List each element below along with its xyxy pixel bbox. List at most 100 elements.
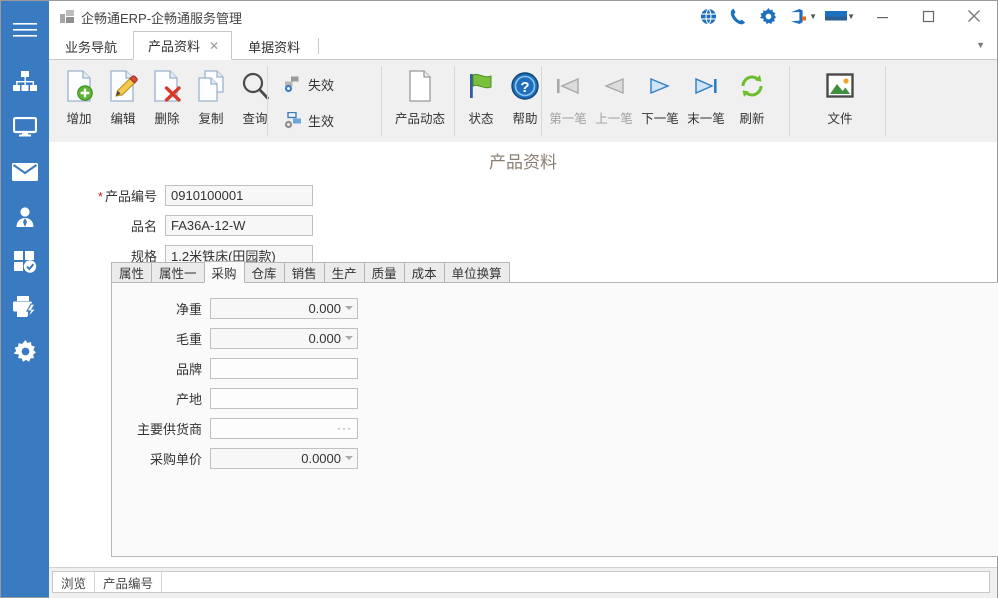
prev-record-icon [600, 66, 628, 106]
chevron-down-icon[interactable] [345, 335, 353, 340]
field-row-net-weight: 净重 0.000 [112, 295, 358, 321]
tab-list: 业务导航 产品资料 ✕ 单据资料 [49, 31, 321, 60]
status-bar-cells: 浏览 产品编号 [52, 571, 990, 593]
button-label: 增加 [66, 112, 92, 126]
field-label: 主要供货商 [136, 421, 202, 437]
button-label: 刷新 [739, 112, 765, 126]
globe-icon[interactable] [693, 1, 723, 31]
inner-tab-purchase[interactable]: 采购 [203, 261, 245, 283]
ribbon-separator [789, 66, 790, 136]
prev-record-button[interactable]: 上一笔 [591, 60, 637, 134]
refresh-icon [738, 66, 766, 106]
product-name-input[interactable]: FA36A-12-W [165, 214, 313, 236]
close-icon[interactable]: ✕ [209, 39, 219, 53]
add-button[interactable]: 增加 [57, 60, 101, 134]
inner-tab-attribute[interactable]: 属性 [111, 262, 153, 283]
help-question-icon: ? [510, 66, 540, 106]
inner-tab-warehouse[interactable]: 仓库 [243, 262, 285, 283]
chevron-down-icon[interactable]: ▼ [976, 40, 985, 50]
chevron-down-icon[interactable] [345, 455, 353, 460]
field-row-main-supplier: 主要供货商 ··· [112, 415, 358, 441]
inner-tab-cost[interactable]: 成本 [403, 262, 445, 283]
close-button[interactable] [951, 1, 997, 31]
field-row-brand: 品牌 [112, 355, 358, 381]
copy-button[interactable]: 复制 [189, 60, 233, 134]
field-label: 净重 [175, 301, 202, 317]
next-record-button[interactable]: 下一笔 [637, 60, 683, 134]
ribbon-group-navigation-actions: 第一笔 上一笔 下一笔 末一笔 刷新 [545, 60, 775, 142]
menu-icon [13, 22, 37, 38]
button-label: 产品动态 [394, 112, 445, 126]
file-delete-icon [152, 66, 182, 106]
gross-weight-input[interactable]: 0.000 [210, 327, 358, 349]
net-weight-input[interactable]: 0.000 [210, 297, 358, 319]
file-copy-icon [196, 66, 226, 106]
ribbon-group-file-actions: 文件 [799, 60, 871, 142]
tab-document-data[interactable]: 单据资料 [232, 32, 316, 60]
sidebar-item-user[interactable] [1, 194, 49, 239]
app-title: 企畅通ERP-企畅通服务管理 [81, 11, 243, 26]
office-dropdown-caret-icon[interactable]: ▼ [809, 12, 817, 21]
delete-button[interactable]: 删除 [145, 60, 189, 134]
refresh-button[interactable]: 刷新 [729, 60, 775, 134]
sidebar-item-mail[interactable] [1, 149, 49, 194]
validate-button[interactable]: 生效 [277, 102, 338, 138]
sidebar-item-sitemap[interactable] [1, 59, 49, 104]
search-icon [240, 66, 270, 106]
lookup-button[interactable]: ··· [337, 421, 352, 435]
ribbon-separator [267, 66, 268, 136]
purchase-price-input[interactable]: 0.0000 [210, 447, 358, 469]
ribbon-group-record-actions: 增加 编辑 删除 复制 查询 [57, 60, 277, 142]
edit-button[interactable]: 编辑 [101, 60, 145, 134]
inner-tab-quality[interactable]: 质量 [363, 262, 405, 283]
image-file-icon [826, 66, 854, 106]
button-label: 下一笔 [641, 112, 679, 126]
tab-label: 业务导航 [65, 39, 118, 55]
sidebar-item-menu[interactable] [1, 1, 49, 59]
inner-tab-attribute-one[interactable]: 属性一 [151, 262, 205, 283]
flag-dropdown-caret-icon[interactable]: ▼ [847, 12, 855, 21]
status-field: 产品编号 [95, 572, 163, 592]
sidebar-item-apps[interactable] [1, 239, 49, 284]
search-button[interactable]: 查询 [233, 60, 277, 134]
chevron-down-icon[interactable] [345, 305, 353, 310]
tab-business-nav[interactable]: 业务导航 [49, 32, 133, 60]
titlebar-icon-group: ▼ ▼ [693, 1, 997, 31]
file-button[interactable]: 文件 [809, 60, 871, 134]
button-label: 失效 [308, 77, 335, 93]
origin-input[interactable] [210, 387, 358, 409]
status-button[interactable]: 状态 [459, 60, 503, 134]
first-record-icon [554, 66, 582, 106]
phone-icon[interactable] [723, 1, 753, 31]
page-title: 产品资料 [489, 153, 557, 172]
button-label: 末一笔 [687, 112, 725, 126]
sidebar-item-monitor[interactable] [1, 104, 49, 149]
inner-tab-production[interactable]: 生产 [323, 262, 365, 283]
gear-icon[interactable] [753, 1, 783, 31]
sidebar-item-print[interactable] [1, 284, 49, 329]
last-record-button[interactable]: 末一笔 [683, 60, 729, 134]
svg-text:?: ? [520, 79, 529, 96]
title-bar: 企畅通ERP-企畅通服务管理 ▼ ▼ [49, 1, 997, 31]
brand-input[interactable] [210, 357, 358, 379]
header-form: * 产品编号 0910100001 品名 FA36A-12-W 规格 1.2米铁床… [67, 182, 313, 272]
button-label: 上一笔 [595, 112, 633, 126]
inner-tab-sales[interactable]: 销售 [283, 262, 325, 283]
maximize-button[interactable] [905, 1, 951, 31]
invalidate-button[interactable]: 失效 [277, 66, 338, 102]
tab-label: 产品资料 [148, 39, 201, 54]
minimize-button[interactable] [859, 1, 905, 31]
tab-product-data[interactable]: 产品资料 ✕ [133, 31, 233, 60]
inner-tab-unit-conversion[interactable]: 单位换算 [443, 262, 510, 283]
product-dynamic-button[interactable]: 产品动态 [389, 60, 451, 134]
main-supplier-input[interactable]: ··· [210, 417, 358, 439]
sidebar-item-settings[interactable] [1, 329, 49, 374]
flag-green-icon [466, 66, 496, 106]
first-record-button[interactable]: 第一笔 [545, 60, 591, 134]
ribbon-separator [381, 66, 382, 136]
button-label: 生效 [308, 113, 335, 129]
button-label: 状态 [468, 112, 494, 126]
purchase-tab-panel: 净重 0.000 毛重 0.000 品牌 产地 主要供货商 ··· 采购单价 0… [111, 282, 998, 557]
field-label: 品牌 [175, 361, 202, 377]
product-code-input[interactable]: 0910100001 [165, 184, 313, 206]
